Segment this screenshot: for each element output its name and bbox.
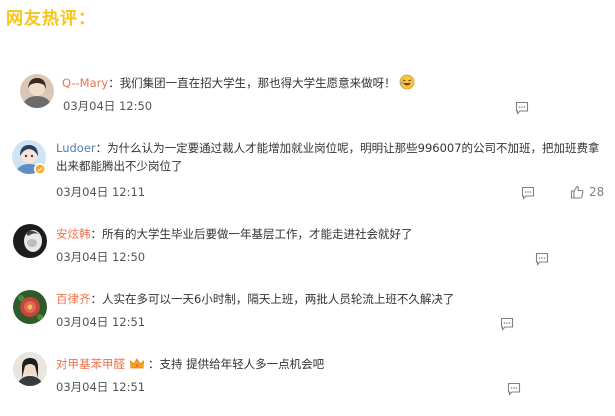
- username-link[interactable]: Q--Mary: [62, 76, 108, 90]
- comment-timestamp: 03月04日 12:51: [56, 314, 145, 330]
- comment-text: 支持 提供给年轻人多一点机会吧: [159, 357, 325, 371]
- comment-date: 03月04日: [63, 99, 116, 113]
- separator: ：: [90, 292, 103, 306]
- reply-icon[interactable]: [515, 101, 529, 115]
- reply-icon[interactable]: [500, 317, 514, 331]
- crown-icon: [130, 358, 144, 369]
- comment-date: 03月04日: [56, 250, 109, 264]
- comment-date: 03月04日: [56, 185, 109, 199]
- avatar[interactable]: [13, 352, 47, 386]
- separator: ：: [108, 76, 120, 90]
- username-link[interactable]: 对甲基苯甲醛: [56, 357, 125, 371]
- laugh-emoji-icon: [399, 74, 415, 90]
- verified-badge-icon: [34, 163, 46, 175]
- separator: ：: [148, 357, 160, 371]
- separator: ：: [95, 141, 108, 155]
- comment-timestamp: 03月04日 12:50: [63, 98, 152, 114]
- comment-text-line: Q--Mary：我们集团一直在招大学生，那也得大学生愿意来做呀！: [62, 74, 415, 92]
- avatar-image: [13, 290, 47, 324]
- comment-text-line: Ludoer：为什么认为一定要通过裁人才能增加就业岗位呢，明明让那些996007…: [56, 139, 604, 175]
- like-count: 28: [589, 185, 605, 199]
- comment-text: 所有的大学生毕业后要做一年基层工作，才能走进社会就好了: [102, 227, 413, 241]
- comment-text: 我们集团一直在招大学生，那也得大学生愿意来做呀！: [119, 76, 396, 90]
- like-icon[interactable]: [570, 185, 584, 199]
- reply-icon[interactable]: [535, 252, 549, 266]
- section-title: 网友热评：: [6, 9, 96, 29]
- username-link[interactable]: Ludoer: [56, 141, 96, 155]
- comment-time: 12:51: [111, 315, 146, 329]
- comment-time: 12:50: [118, 99, 153, 113]
- reply-icon[interactable]: [521, 186, 535, 200]
- avatar-image: [13, 224, 47, 258]
- avatar[interactable]: [13, 290, 47, 324]
- avatar-image: [20, 74, 54, 108]
- comment-text-line: 对甲基苯甲醛 ：支持 提供给年轻人多一点机会吧: [56, 355, 324, 373]
- separator: ：: [90, 227, 103, 241]
- comment-time: 12:11: [111, 185, 146, 199]
- comment-time: 12:51: [111, 380, 146, 394]
- comment-date: 03月04日: [56, 380, 109, 394]
- comment-text-line: 安炫韩：所有的大学生毕业后要做一年基层工作，才能走进社会就好了: [56, 225, 413, 243]
- comment-timestamp: 03月04日 12:50: [56, 249, 145, 265]
- avatar-image: [13, 352, 47, 386]
- avatar[interactable]: [13, 224, 47, 258]
- reply-icon[interactable]: [507, 382, 521, 396]
- comment-date: 03月04日: [56, 315, 109, 329]
- comment-timestamp: 03月04日 12:11: [56, 184, 145, 200]
- comment-text: 人实在多可以一天6小时制，隔天上班，两批人员轮流上班不久解决了: [102, 292, 455, 306]
- username-link[interactable]: 百律齐: [56, 292, 91, 306]
- username-link[interactable]: 安炫韩: [56, 227, 91, 241]
- comment-text: 为什么认为一定要通过裁人才能增加就业岗位呢，明明让那些996007的公司不加班，…: [56, 141, 600, 173]
- comment-timestamp: 03月04日 12:51: [56, 379, 145, 395]
- comment-time: 12:50: [111, 250, 146, 264]
- avatar[interactable]: [20, 74, 54, 108]
- comment-text-line: 百律齐：人实在多可以一天6小时制，隔天上班，两批人员轮流上班不久解决了: [56, 290, 454, 308]
